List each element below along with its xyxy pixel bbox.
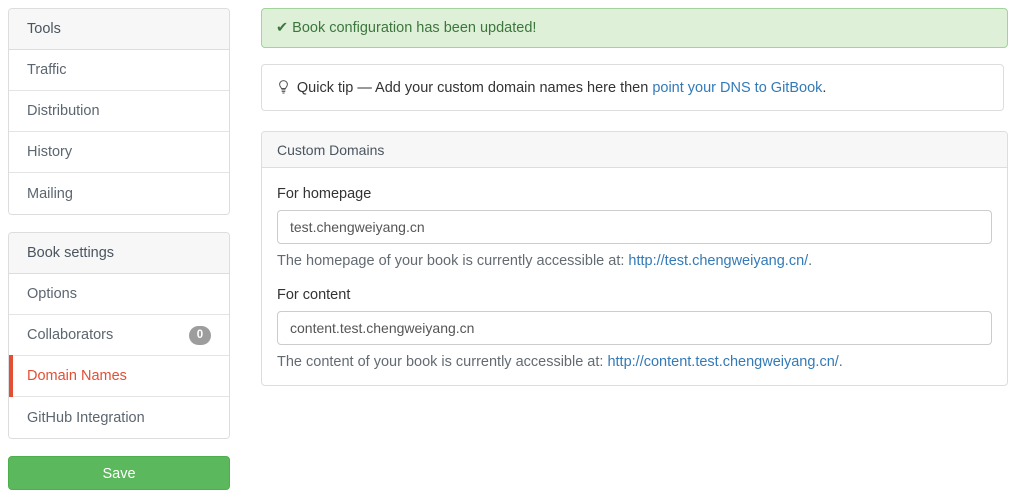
success-alert: ✔ Book configuration has been updated! [261, 8, 1008, 48]
homepage-help-prefix: The homepage of your book is currently a… [277, 253, 629, 269]
custom-domains-panel-body: For homepage The homepage of your book i… [262, 168, 1007, 385]
content-domain-input[interactable] [277, 311, 992, 345]
homepage-help-suffix: . [808, 253, 813, 269]
custom-domains-panel: Custom Domains For homepage The homepage… [261, 131, 1008, 386]
lightbulb-icon [278, 79, 293, 95]
sidebar-item-github-integration[interactable]: GitHub Integration [9, 397, 229, 438]
sidebar-panel-tools: Tools Traffic Distribution History Maili… [8, 8, 230, 215]
sidebar-item-collaborators[interactable]: Collaborators 0 [9, 315, 229, 356]
sidebar-item-label: GitHub Integration [27, 409, 145, 426]
check-icon: ✔ [276, 20, 289, 36]
save-button[interactable]: Save [8, 456, 230, 490]
form-group-content: For content The content of your book is … [277, 287, 992, 370]
sidebar-item-distribution[interactable]: Distribution [9, 91, 229, 132]
sidebar-item-traffic[interactable]: Traffic [9, 50, 229, 91]
sidebar-item-label: History [27, 144, 73, 160]
sidebar-item-label: Collaborators [27, 327, 114, 343]
sidebar-panel-tools-title: Tools [9, 9, 229, 50]
collaborators-count-badge: 0 [189, 325, 211, 345]
sidebar-item-domain-names[interactable]: Domain Names [9, 355, 229, 397]
quick-tip-text: Quick tip — Add your custom domain names… [296, 80, 653, 96]
sidebar-item-history[interactable]: History [9, 132, 229, 173]
content-help-text: The content of your book is currently ac… [277, 354, 992, 370]
homepage-url-link[interactable]: http://test.chengweiyang.cn/ [628, 253, 808, 269]
sidebar-panel-book-settings-title: Book settings [9, 233, 229, 274]
content-help-suffix: . [838, 354, 843, 370]
sidebar: Tools Traffic Distribution History Maili… [8, 8, 230, 490]
sidebar-item-label: Mailing [27, 185, 73, 202]
homepage-help-text: The homepage of your book is currently a… [277, 253, 992, 269]
form-group-homepage: For homepage The homepage of your book i… [277, 186, 992, 269]
sidebar-item-options[interactable]: Options [9, 274, 229, 315]
homepage-domain-input[interactable] [277, 210, 992, 244]
homepage-field-label: For homepage [277, 186, 372, 202]
quick-tip-box: Quick tip — Add your custom domain names… [261, 64, 1004, 111]
dns-docs-link[interactable]: point your DNS to GitBook [652, 80, 822, 96]
content-field-label: For content [277, 287, 351, 303]
sidebar-item-label: Distribution [27, 103, 100, 119]
sidebar-item-label: Traffic [27, 62, 67, 78]
sidebar-item-label: Domain Names [27, 368, 127, 384]
page-root: Tools Traffic Distribution History Maili… [0, 0, 1010, 502]
main-content: ✔ Book configuration has been updated! Qu… [261, 8, 1008, 386]
content-url-link[interactable]: http://content.test.chengweiyang.cn/ [607, 354, 838, 370]
quick-tip-suffix: . [822, 80, 827, 96]
success-alert-message: Book configuration has been updated! [292, 20, 537, 36]
sidebar-item-mailing[interactable]: Mailing [9, 173, 229, 214]
content-help-prefix: The content of your book is currently ac… [277, 354, 608, 370]
custom-domains-panel-title: Custom Domains [262, 132, 1007, 168]
sidebar-item-label: Options [27, 286, 77, 302]
sidebar-panel-book-settings: Book settings Options Collaborators 0 Do… [8, 232, 230, 439]
